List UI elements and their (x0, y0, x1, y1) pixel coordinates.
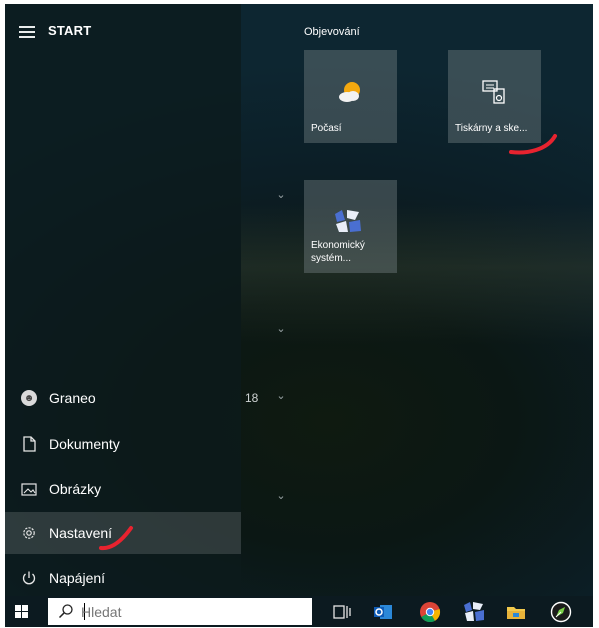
nav-item-label: Napájení (49, 570, 106, 586)
start-menu: START ☻ Graneo Dokumenty Obrázky Nastave… (5, 4, 593, 600)
chevron-down-icon[interactable]: ⌄ (273, 489, 289, 502)
gear-icon (19, 523, 39, 543)
weather-icon (339, 82, 360, 102)
pen-app-icon[interactable] (550, 601, 572, 623)
taskbar (5, 596, 593, 627)
printer-scanner-icon (482, 80, 505, 104)
nav-item-power[interactable]: Napájení (5, 557, 241, 599)
user-avatar-icon: ☻ (19, 388, 39, 408)
chevron-down-icon[interactable]: ⌄ (273, 322, 289, 335)
document-icon (19, 434, 39, 454)
economic-system-icon (335, 210, 361, 232)
search-input[interactable] (81, 604, 301, 620)
start-menu-left-pane: START ☻ Graneo Dokumenty Obrázky Nastave… (5, 4, 241, 600)
chevron-down-icon[interactable]: ⌄ (273, 389, 289, 402)
pictures-icon (19, 479, 39, 499)
nav-item-label: Dokumenty (49, 436, 120, 452)
nav-item-user[interactable]: ☻ Graneo (5, 377, 241, 419)
tile-economic-system[interactable]: Ekonomický systém... (304, 180, 397, 273)
nav-item-label: Obrázky (49, 481, 102, 497)
hamburger-menu-icon[interactable] (19, 26, 35, 38)
tile-weather[interactable]: Počasí (304, 50, 397, 143)
tile-printers-scanners[interactable]: Tiskárny a ske... (448, 50, 541, 143)
nav-item-pictures[interactable]: Obrázky (5, 468, 241, 510)
annotation-mark (509, 134, 557, 155)
start-title: START (48, 23, 92, 38)
chrome-icon[interactable] (419, 601, 441, 623)
annotation-mark (99, 526, 133, 551)
tile-label: Ekonomický systém... (311, 240, 365, 264)
economic-system-icon[interactable] (463, 601, 485, 623)
file-explorer-icon[interactable] (505, 601, 527, 623)
chevron-down-icon[interactable]: ⌄ (273, 188, 289, 201)
outlook-icon[interactable] (372, 601, 394, 623)
nav-item-documents[interactable]: Dokumenty (5, 423, 241, 465)
desktop-background (241, 204, 593, 344)
power-icon (19, 568, 39, 588)
search-icon (58, 604, 73, 619)
search-box[interactable] (48, 598, 312, 625)
windows-start-icon[interactable] (15, 605, 29, 619)
app-list-fragment: 18 (245, 391, 259, 405)
nav-item-label: Graneo (49, 390, 96, 406)
tile-label: Počasí (311, 123, 342, 134)
tile-group-title: Objevování (304, 26, 360, 38)
task-view-icon[interactable] (331, 601, 353, 623)
